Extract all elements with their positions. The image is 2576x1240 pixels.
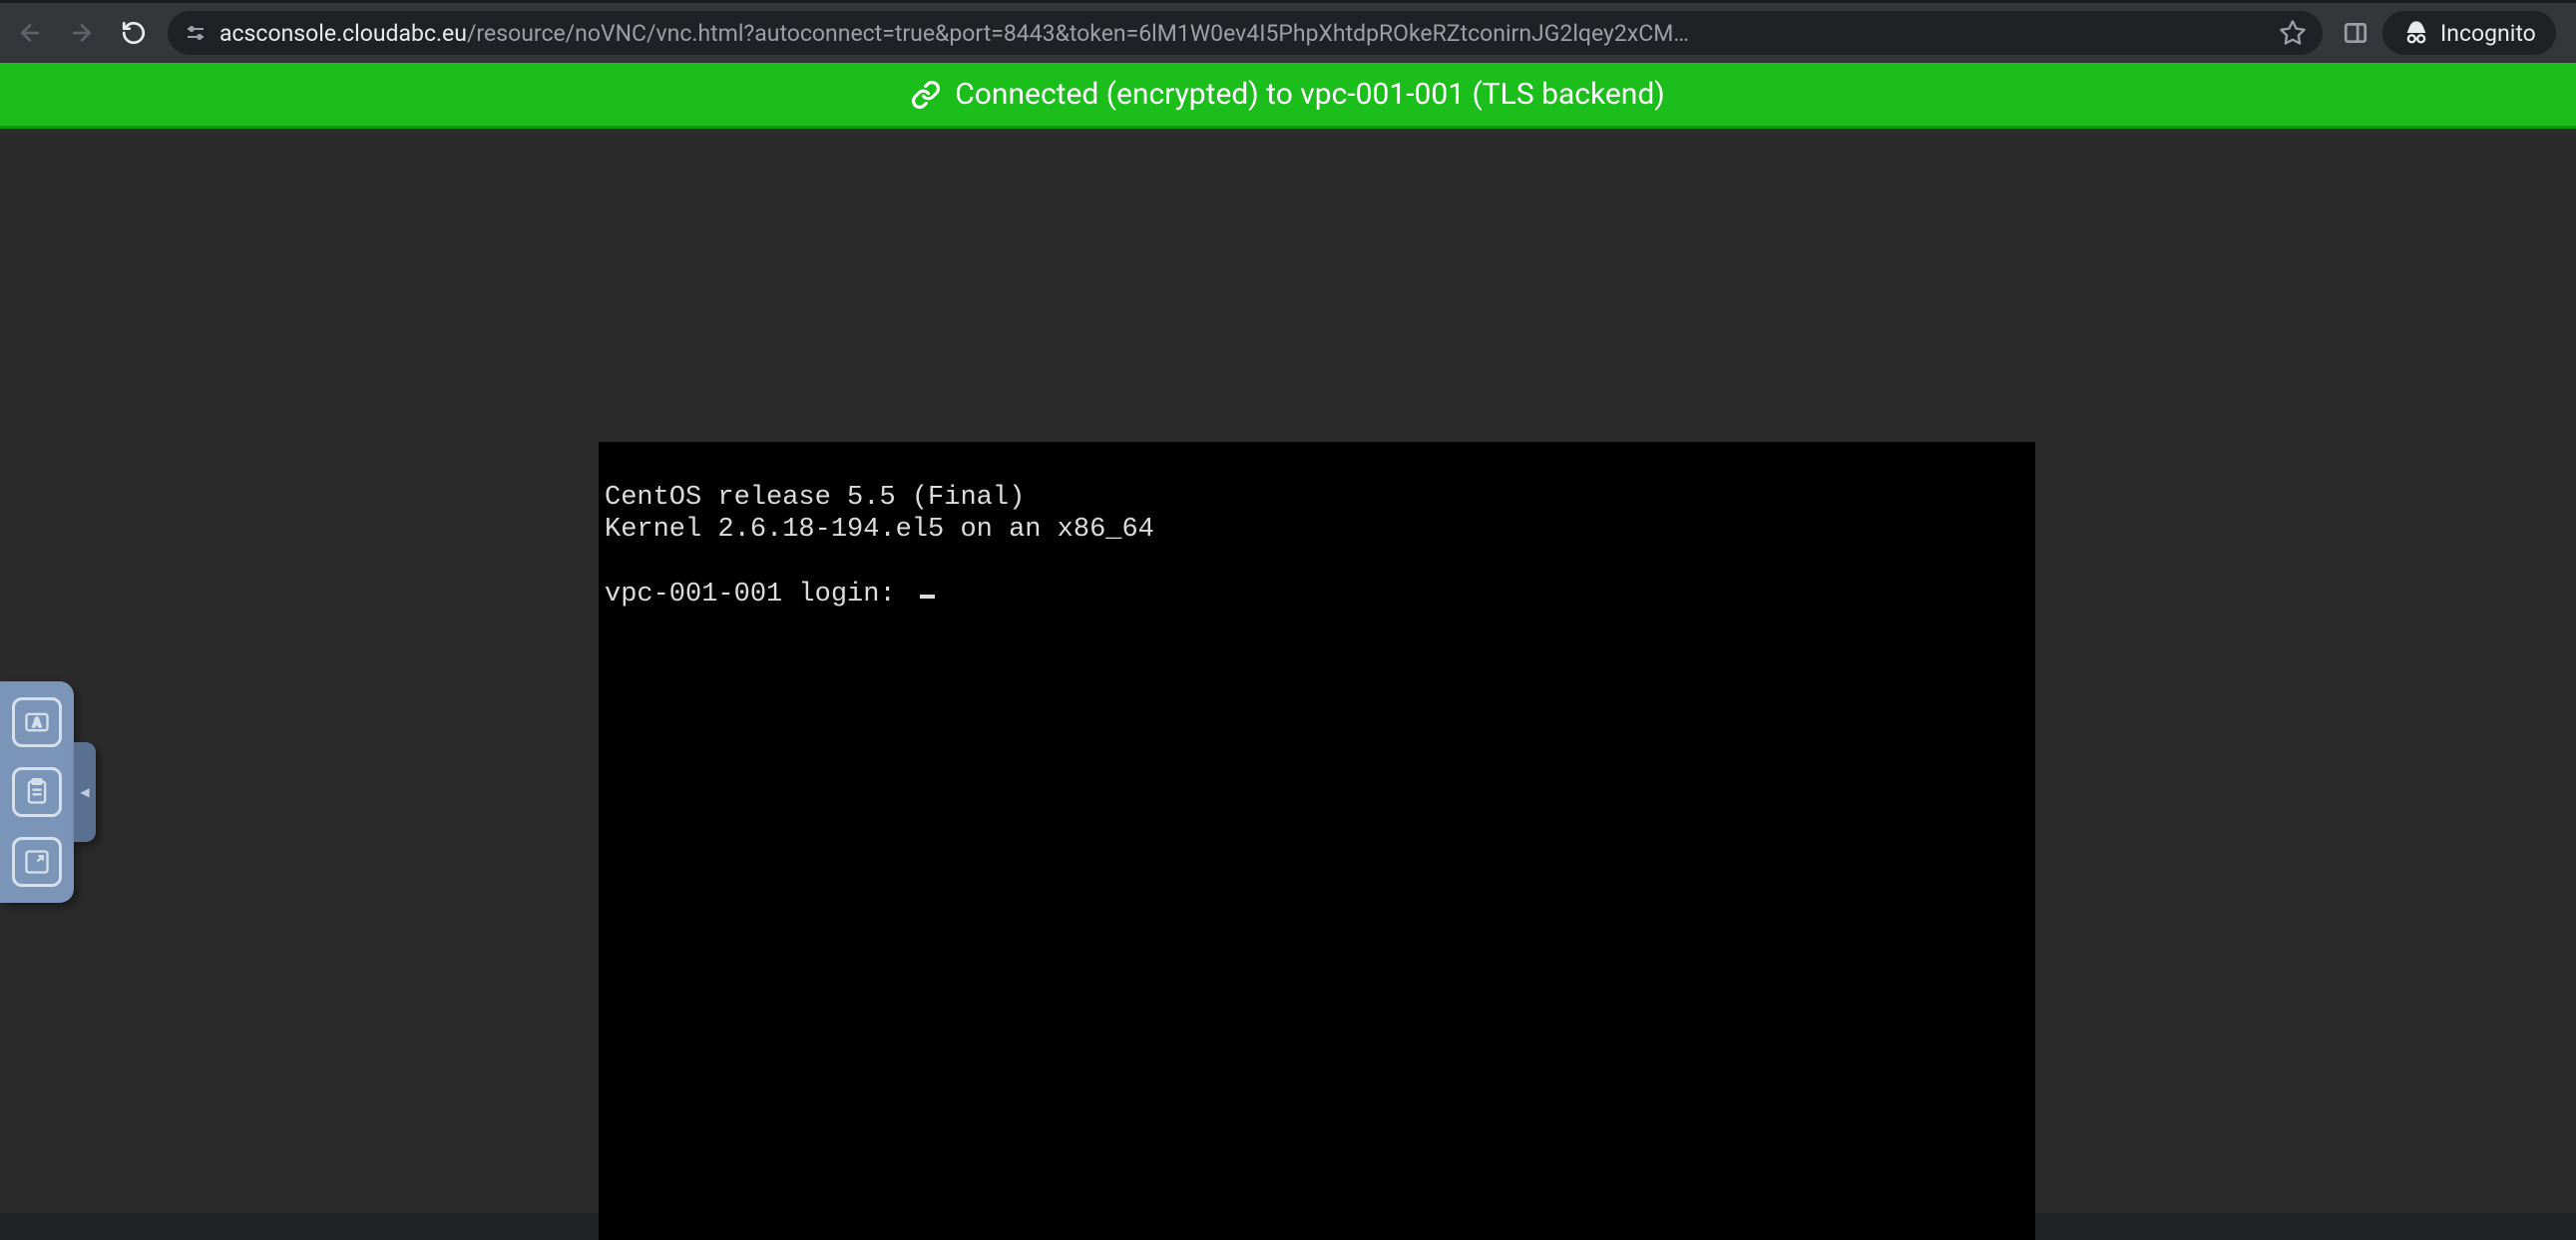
nav-button-group bbox=[12, 15, 152, 51]
back-arrow-icon bbox=[17, 20, 43, 46]
url-domain: acsconsole.cloudabc.eu bbox=[219, 20, 467, 47]
reload-icon bbox=[121, 20, 147, 46]
incognito-label: Incognito bbox=[2440, 20, 2536, 47]
page-content: Connected (encrypted) to vpc-001-001 (TL… bbox=[0, 63, 2576, 1213]
svg-text:A: A bbox=[33, 717, 42, 730]
url-path: /resource/noVNC/vnc.html?autoconnect=tru… bbox=[467, 20, 1689, 47]
toolbar-right: Incognito bbox=[2343, 11, 2556, 55]
forward-button[interactable] bbox=[64, 15, 100, 51]
novnc-toolbar: A bbox=[0, 681, 96, 903]
bookmark-star-icon[interactable] bbox=[2279, 19, 2307, 47]
clipboard-icon bbox=[23, 778, 51, 806]
console-line-os: CentOS release 5.5 (Final) bbox=[605, 483, 1025, 513]
novnc-panel: A bbox=[0, 681, 74, 903]
browser-toolbar: acsconsole.cloudabc.eu/resource/noVNC/vn… bbox=[0, 0, 2576, 63]
back-button[interactable] bbox=[12, 15, 48, 51]
incognito-badge[interactable]: Incognito bbox=[2382, 11, 2556, 55]
console-output: CentOS release 5.5 (Final) Kernel 2.6.18… bbox=[605, 482, 2029, 612]
forward-arrow-icon bbox=[69, 20, 95, 46]
incognito-icon bbox=[2402, 19, 2430, 47]
keyboard-icon: A bbox=[23, 708, 51, 736]
clipboard-button[interactable] bbox=[12, 767, 62, 817]
address-actions bbox=[2279, 19, 2307, 47]
side-panel-icon[interactable] bbox=[2343, 20, 2368, 46]
status-message: Connected (encrypted) to vpc-001-001 (TL… bbox=[955, 77, 1664, 112]
fullscreen-icon bbox=[23, 848, 51, 876]
connection-status-banner: Connected (encrypted) to vpc-001-001 (TL… bbox=[0, 63, 2576, 129]
console-line-kernel: Kernel 2.6.18-194.el5 on an x86_64 bbox=[605, 515, 1154, 545]
vnc-console[interactable]: CentOS release 5.5 (Final) Kernel 2.6.18… bbox=[599, 442, 2035, 1240]
url-text: acsconsole.cloudabc.eu/resource/noVNC/vn… bbox=[219, 20, 2259, 47]
reload-button[interactable] bbox=[116, 15, 152, 51]
fullscreen-button[interactable] bbox=[12, 837, 62, 887]
console-login-prompt: vpc-001-001 login: bbox=[605, 580, 912, 610]
novnc-toolbar-handle[interactable] bbox=[74, 742, 96, 842]
link-icon bbox=[911, 80, 941, 110]
cursor-icon bbox=[920, 595, 935, 599]
site-info-button[interactable] bbox=[184, 21, 208, 45]
tune-icon bbox=[184, 21, 208, 45]
show-keyboard-button[interactable]: A bbox=[12, 697, 62, 747]
address-bar[interactable]: acsconsole.cloudabc.eu/resource/noVNC/vn… bbox=[168, 11, 2323, 55]
